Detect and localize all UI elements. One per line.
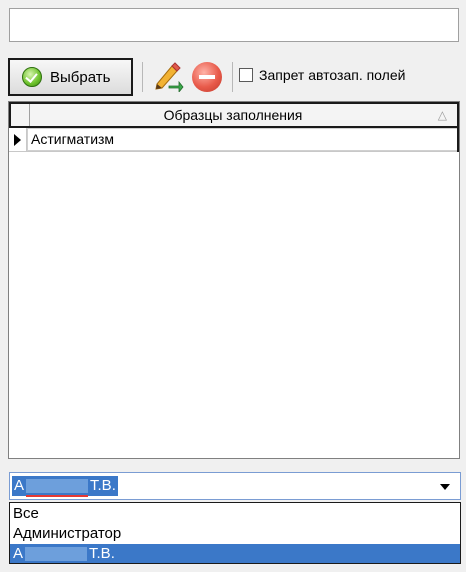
dropdown-arrow-icon[interactable] bbox=[440, 484, 450, 490]
autofill-lock-checkbox[interactable] bbox=[239, 68, 253, 82]
user-value-prefix: А bbox=[14, 477, 25, 494]
user-combobox[interactable]: А Т.В. bbox=[9, 472, 461, 500]
grid-header: Образцы заполнения △ bbox=[9, 102, 459, 128]
table-row[interactable]: Астигматизм bbox=[9, 128, 459, 152]
toolbar-separator bbox=[142, 62, 143, 92]
toolbar-separator-2 bbox=[232, 62, 233, 92]
column-header-templates[interactable]: Образцы заполнения bbox=[29, 104, 437, 126]
select-button-label: Выбрать bbox=[50, 68, 111, 86]
edit-pencil-icon[interactable] bbox=[152, 60, 184, 92]
user-combobox-value: А Т.В. bbox=[12, 476, 118, 497]
grid-edge bbox=[457, 128, 459, 152]
sort-triangle-icon[interactable]: △ bbox=[438, 107, 447, 123]
dropdown-option-all[interactable]: Все bbox=[10, 504, 460, 523]
delete-icon[interactable] bbox=[192, 62, 222, 92]
user-dropdown-list[interactable]: Все Администратор А Т.В. bbox=[9, 502, 461, 564]
top-text-field[interactable] bbox=[9, 8, 459, 42]
row-pointer-icon bbox=[9, 128, 27, 151]
templates-grid[interactable]: Образцы заполнения △ Астигматизм bbox=[8, 101, 460, 459]
check-circle-icon bbox=[22, 67, 42, 87]
redacted-surname bbox=[25, 547, 88, 562]
option-user-suffix: Т.В. bbox=[89, 545, 115, 562]
redacted-surname bbox=[26, 479, 89, 497]
autofill-lock-label: Запрет автозап. полей bbox=[259, 67, 406, 83]
dropdown-option-admin[interactable]: Администратор bbox=[10, 524, 460, 543]
grid-indicator-header bbox=[11, 104, 30, 126]
option-user-prefix: А bbox=[13, 545, 24, 562]
user-value-suffix: Т.В. bbox=[90, 477, 116, 494]
autofill-lock-checkbox-group[interactable]: Запрет автозап. полей bbox=[239, 67, 405, 83]
select-button[interactable]: Выбрать bbox=[8, 58, 133, 96]
table-cell[interactable]: Астигматизм bbox=[31, 128, 114, 151]
toolbar: Выбрать Запрет автозап. полей bbox=[6, 58, 460, 98]
dropdown-option-user[interactable]: А Т.В. bbox=[10, 544, 460, 563]
